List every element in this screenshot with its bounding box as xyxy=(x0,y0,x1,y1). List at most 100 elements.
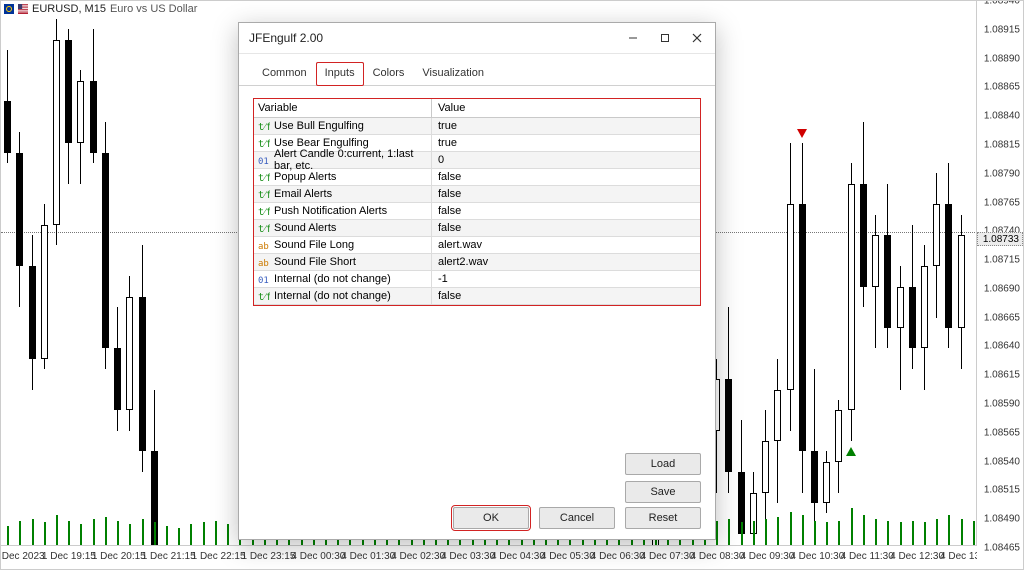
param-row[interactable]: 01Alert Candle 0:current, 1:last bar, et… xyxy=(254,152,700,169)
param-name: Email Alerts xyxy=(274,188,332,200)
candle-body xyxy=(787,204,794,389)
volume-bar xyxy=(203,522,205,546)
time-tick: 1 Dec 19:15 xyxy=(42,551,96,562)
ok-button[interactable]: OK xyxy=(453,507,529,529)
params-grid[interactable]: Variable Value t⁄fUse Bull Engulfingtrue… xyxy=(253,98,701,306)
tab-colors[interactable]: Colors xyxy=(364,62,414,86)
price-tick: 1.08590 xyxy=(984,399,1020,410)
price-tick: 1.08515 xyxy=(984,485,1020,496)
price-tick: 1.08540 xyxy=(984,456,1020,467)
param-value[interactable]: false xyxy=(432,222,700,234)
param-value[interactable]: false xyxy=(432,290,700,302)
param-value[interactable]: alert.wav xyxy=(432,239,700,251)
type-icon: t⁄f xyxy=(258,188,270,200)
volume-bar xyxy=(826,522,828,546)
volume-bar xyxy=(190,524,192,546)
price-tick: 1.08915 xyxy=(984,24,1020,35)
volume-bar xyxy=(900,522,902,546)
candle-body xyxy=(102,153,109,349)
param-row[interactable]: abSound File Longalert.wav xyxy=(254,237,700,254)
param-row[interactable]: t⁄fPopup Alertsfalse xyxy=(254,169,700,186)
svg-text:ab: ab xyxy=(258,242,269,251)
candle-body xyxy=(823,462,830,503)
time-tick: 4 Dec 02:30 xyxy=(391,551,445,562)
type-icon: ab xyxy=(258,239,270,251)
time-tick: 4 Dec 06:30 xyxy=(591,551,645,562)
volume-bar xyxy=(178,528,180,546)
price-tick: 1.08890 xyxy=(984,53,1020,64)
param-row[interactable]: t⁄fInternal (do not change)false xyxy=(254,288,700,305)
param-row[interactable]: 01Internal (do not change)-1 xyxy=(254,271,700,288)
maximize-button[interactable] xyxy=(649,24,681,52)
candle-body xyxy=(884,235,891,328)
volume-bar xyxy=(753,521,755,546)
candle-body xyxy=(860,184,867,287)
price-tick: 1.08665 xyxy=(984,312,1020,323)
param-row[interactable]: ab Sound File Short alert2.wav xyxy=(254,254,700,271)
volume-bar xyxy=(851,508,853,546)
candle-body xyxy=(725,379,732,472)
param-name: Popup Alerts xyxy=(274,171,336,183)
volume-bar xyxy=(68,521,70,546)
tab-visualization[interactable]: Visualization xyxy=(413,62,493,86)
param-row[interactable]: t⁄f Push Notification Alerts false xyxy=(254,203,700,220)
candle-body xyxy=(90,81,97,153)
volume-bar xyxy=(129,524,131,546)
time-axis: 1 Dec 20231 Dec 19:151 Dec 20:151 Dec 21… xyxy=(1,545,977,569)
param-row[interactable]: t⁄f Email Alerts false xyxy=(254,186,700,203)
candle-body xyxy=(921,266,928,348)
time-tick: 1 Dec 2023 xyxy=(1,551,45,562)
param-value[interactable]: false xyxy=(432,171,700,183)
minimize-button[interactable] xyxy=(617,24,649,52)
param-row[interactable]: t⁄fUse Bull Engulfingtrue xyxy=(254,118,700,135)
volume-bar xyxy=(32,519,34,546)
dialog-titlebar[interactable]: JFEngulf 2.00 xyxy=(239,23,715,54)
type-icon: t⁄f xyxy=(258,205,270,217)
cancel-button[interactable]: Cancel xyxy=(539,507,615,529)
close-button[interactable] xyxy=(681,24,713,52)
candle-body xyxy=(848,184,855,410)
volume-bar xyxy=(105,517,107,546)
param-value[interactable]: true xyxy=(432,120,700,132)
time-tick: 4 Dec 04:30 xyxy=(491,551,545,562)
volume-bar xyxy=(93,519,95,546)
time-tick: 4 Dec 05:30 xyxy=(541,551,595,562)
param-value[interactable]: -1 xyxy=(432,273,700,285)
candle-body xyxy=(126,297,133,410)
svg-text:t⁄f: t⁄f xyxy=(258,190,270,200)
param-value[interactable]: true xyxy=(432,137,700,149)
reset-button[interactable]: Reset xyxy=(625,507,701,529)
volume-bar xyxy=(154,522,156,546)
candle-body xyxy=(872,235,879,286)
candle-body xyxy=(139,297,146,451)
tab-inputs[interactable]: Inputs xyxy=(316,62,364,86)
volume-bar xyxy=(887,521,889,546)
price-tick: 1.08690 xyxy=(984,283,1020,294)
candle-body xyxy=(909,287,916,349)
type-icon: t⁄f xyxy=(258,120,270,132)
param-value[interactable]: false xyxy=(432,188,700,200)
param-name: Push Notification Alerts xyxy=(274,205,387,217)
candle-body xyxy=(29,266,36,359)
current-price: 1.08733 xyxy=(977,232,1023,246)
price-tick: 1.08465 xyxy=(984,543,1020,554)
load-button[interactable]: Load xyxy=(625,453,701,475)
volume-bar xyxy=(961,519,963,546)
candle-body xyxy=(16,153,23,266)
save-button[interactable]: Save xyxy=(625,481,701,503)
param-value[interactable]: 0 xyxy=(432,154,700,166)
param-name: Sound File Short xyxy=(274,256,356,268)
svg-text:ab: ab xyxy=(258,259,269,268)
time-tick: 4 Dec 07:30 xyxy=(641,551,695,562)
param-value[interactable]: false xyxy=(432,205,700,217)
dialog-title: JFEngulf 2.00 xyxy=(249,31,323,45)
type-icon: 01 xyxy=(258,154,270,166)
param-row[interactable]: t⁄fSound Alertsfalse xyxy=(254,220,700,237)
volume-bar xyxy=(863,515,865,546)
tab-common[interactable]: Common xyxy=(253,62,316,86)
volume-bar xyxy=(227,524,229,546)
param-value[interactable]: alert2.wav xyxy=(432,256,700,268)
candle-body xyxy=(799,204,806,451)
svg-text:01: 01 xyxy=(258,276,269,285)
volume-bar xyxy=(790,512,792,546)
